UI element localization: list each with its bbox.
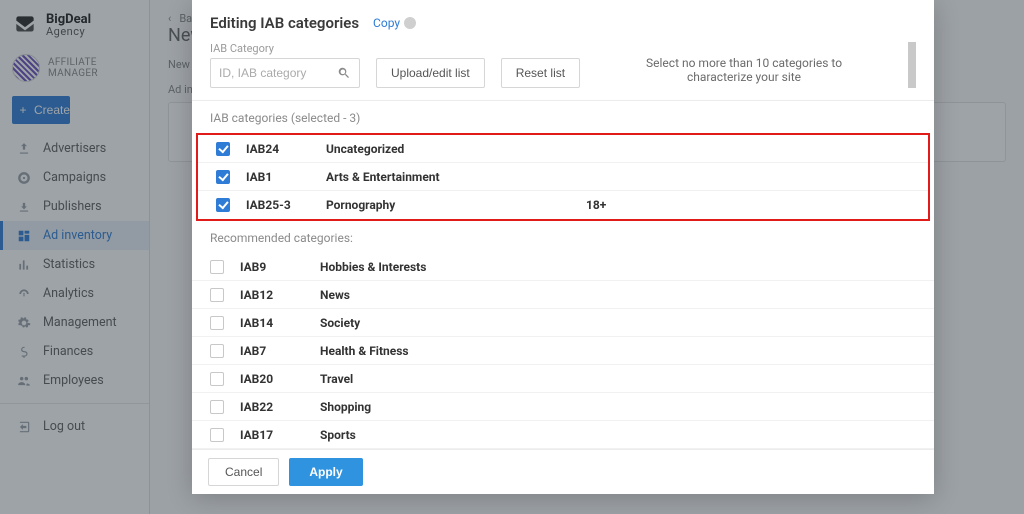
category-id: IAB25-3: [246, 198, 326, 212]
reset-list-button[interactable]: Reset list: [501, 58, 580, 88]
category-id: IAB17: [240, 428, 320, 442]
copy-label: Copy: [373, 16, 400, 30]
category-id: IAB20: [240, 372, 320, 386]
category-row[interactable]: IAB25-3 Pornography 18+: [198, 191, 928, 219]
modal-iab-categories: Editing IAB categories Copy IAB Category…: [192, 0, 934, 494]
category-name: Shopping: [320, 400, 580, 414]
category-name: News: [320, 288, 580, 302]
category-name: Travel: [320, 372, 580, 386]
upload-list-button[interactable]: Upload/edit list: [376, 58, 485, 88]
modal-header: Editing IAB categories Copy: [192, 0, 934, 38]
recommended-categories-list: IAB9 Hobbies & Interests IAB12 News IAB1…: [192, 253, 934, 449]
category-row[interactable]: IAB20 Travel: [192, 365, 934, 393]
category-id: IAB1: [246, 170, 326, 184]
category-row[interactable]: IAB1 Arts & Entertainment: [198, 163, 928, 191]
app-root: BigDeal Agency AFFILIATE MANAGER +Create…: [0, 0, 1024, 514]
apply-button[interactable]: Apply: [289, 458, 362, 486]
category-checkbox[interactable]: [210, 400, 224, 414]
category-checkbox[interactable]: [216, 198, 230, 212]
cancel-button[interactable]: Cancel: [208, 458, 279, 486]
category-checkbox[interactable]: [210, 316, 224, 330]
category-name: Uncategorized: [326, 142, 586, 156]
search-input[interactable]: [219, 66, 337, 80]
category-checkbox[interactable]: [210, 288, 224, 302]
modal-title: Editing IAB categories: [210, 14, 359, 32]
modal-footer: Cancel Apply: [192, 449, 934, 494]
search-box[interactable]: [210, 58, 360, 88]
category-checkbox[interactable]: [210, 428, 224, 442]
selected-heading: IAB categories (selected - 3): [192, 101, 934, 133]
selected-categories-highlight: IAB24 Uncategorized IAB1 Arts & Entertai…: [196, 133, 930, 221]
category-checkbox[interactable]: [216, 170, 230, 184]
category-row[interactable]: IAB14 Society: [192, 309, 934, 337]
category-id: IAB14: [240, 316, 320, 330]
category-row[interactable]: IAB7 Health & Fitness: [192, 337, 934, 365]
category-row[interactable]: IAB12 News: [192, 281, 934, 309]
category-id: IAB24: [246, 142, 326, 156]
category-row[interactable]: IAB22 Shopping: [192, 393, 934, 421]
category-id: IAB22: [240, 400, 320, 414]
search-label: IAB Category: [210, 42, 360, 55]
category-name: Pornography: [326, 198, 586, 212]
category-row[interactable]: IAB17 Sports: [192, 421, 934, 449]
category-row[interactable]: IAB9 Hobbies & Interests: [192, 253, 934, 281]
category-checkbox[interactable]: [216, 142, 230, 156]
category-checkbox[interactable]: [210, 372, 224, 386]
category-checkbox[interactable]: [210, 344, 224, 358]
search-icon[interactable]: [337, 66, 351, 80]
modal-body[interactable]: IAB categories (selected - 3) IAB24 Unca…: [192, 101, 934, 449]
recommended-heading: Recommended categories:: [192, 221, 934, 253]
category-tag: 18+: [586, 198, 606, 212]
category-name: Hobbies & Interests: [320, 260, 580, 274]
category-id: IAB7: [240, 344, 320, 358]
modal-controls: IAB Category Upload/edit list Reset list…: [192, 38, 934, 101]
category-id: IAB12: [240, 288, 320, 302]
category-id: IAB9: [240, 260, 320, 274]
scrollbar-thumb[interactable]: [908, 42, 916, 88]
info-icon[interactable]: [404, 17, 416, 29]
hint-text: Select no more than 10 categories to cha…: [596, 56, 892, 88]
category-name: Society: [320, 316, 580, 330]
category-checkbox[interactable]: [210, 260, 224, 274]
category-row[interactable]: IAB24 Uncategorized: [198, 135, 928, 163]
category-name: Health & Fitness: [320, 344, 580, 358]
copy-link[interactable]: Copy: [373, 16, 416, 30]
category-name: Arts & Entertainment: [326, 170, 586, 184]
category-name: Sports: [320, 428, 580, 442]
search-wrap: IAB Category: [210, 42, 360, 88]
